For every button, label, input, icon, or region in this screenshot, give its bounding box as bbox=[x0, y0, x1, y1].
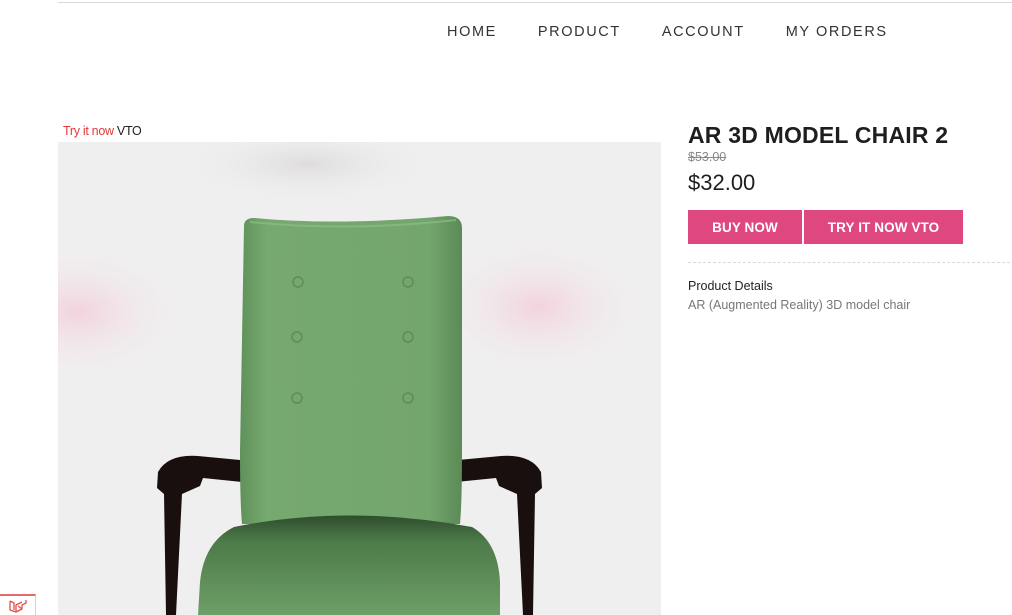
nav-account[interactable]: ACCOUNT bbox=[662, 24, 745, 40]
product-title: AR 3D MODEL CHAIR 2 bbox=[688, 122, 949, 148]
buy-now-button[interactable]: BUY NOW bbox=[688, 210, 802, 244]
product-details-panel: AR 3D MODEL CHAIR 2 $53.00 $32.00 BUY NO… bbox=[688, 121, 1012, 313]
nav-product[interactable]: PRODUCT bbox=[538, 24, 621, 40]
chair-model-icon bbox=[58, 142, 648, 615]
vto-label: VTO bbox=[116, 124, 142, 138]
main-nav: HOME PRODUCT ACCOUNT MY ORDERS bbox=[447, 22, 888, 42]
original-price: $53.00 bbox=[688, 150, 727, 164]
nav-my-orders[interactable]: MY ORDERS bbox=[786, 24, 888, 40]
try-it-now-link[interactable]: Try it now bbox=[63, 124, 114, 138]
nav-home[interactable]: HOME bbox=[447, 24, 497, 40]
details-divider bbox=[688, 262, 1010, 263]
try-it-now-vto-button[interactable]: TRY IT NOW VTO bbox=[804, 210, 963, 244]
product-details-text: AR (Augmented Reality) 3D model chair bbox=[688, 298, 911, 312]
3d-model-viewer[interactable] bbox=[58, 142, 661, 615]
try-it-now-line: Try it now VTO bbox=[63, 124, 142, 138]
product-details-heading: Product Details bbox=[688, 279, 773, 293]
sale-price: $32.00 bbox=[688, 170, 756, 195]
top-divider bbox=[58, 2, 1012, 3]
laravel-icon[interactable] bbox=[0, 594, 36, 615]
action-buttons: BUY NOW TRY IT NOW VTO bbox=[688, 210, 1012, 244]
